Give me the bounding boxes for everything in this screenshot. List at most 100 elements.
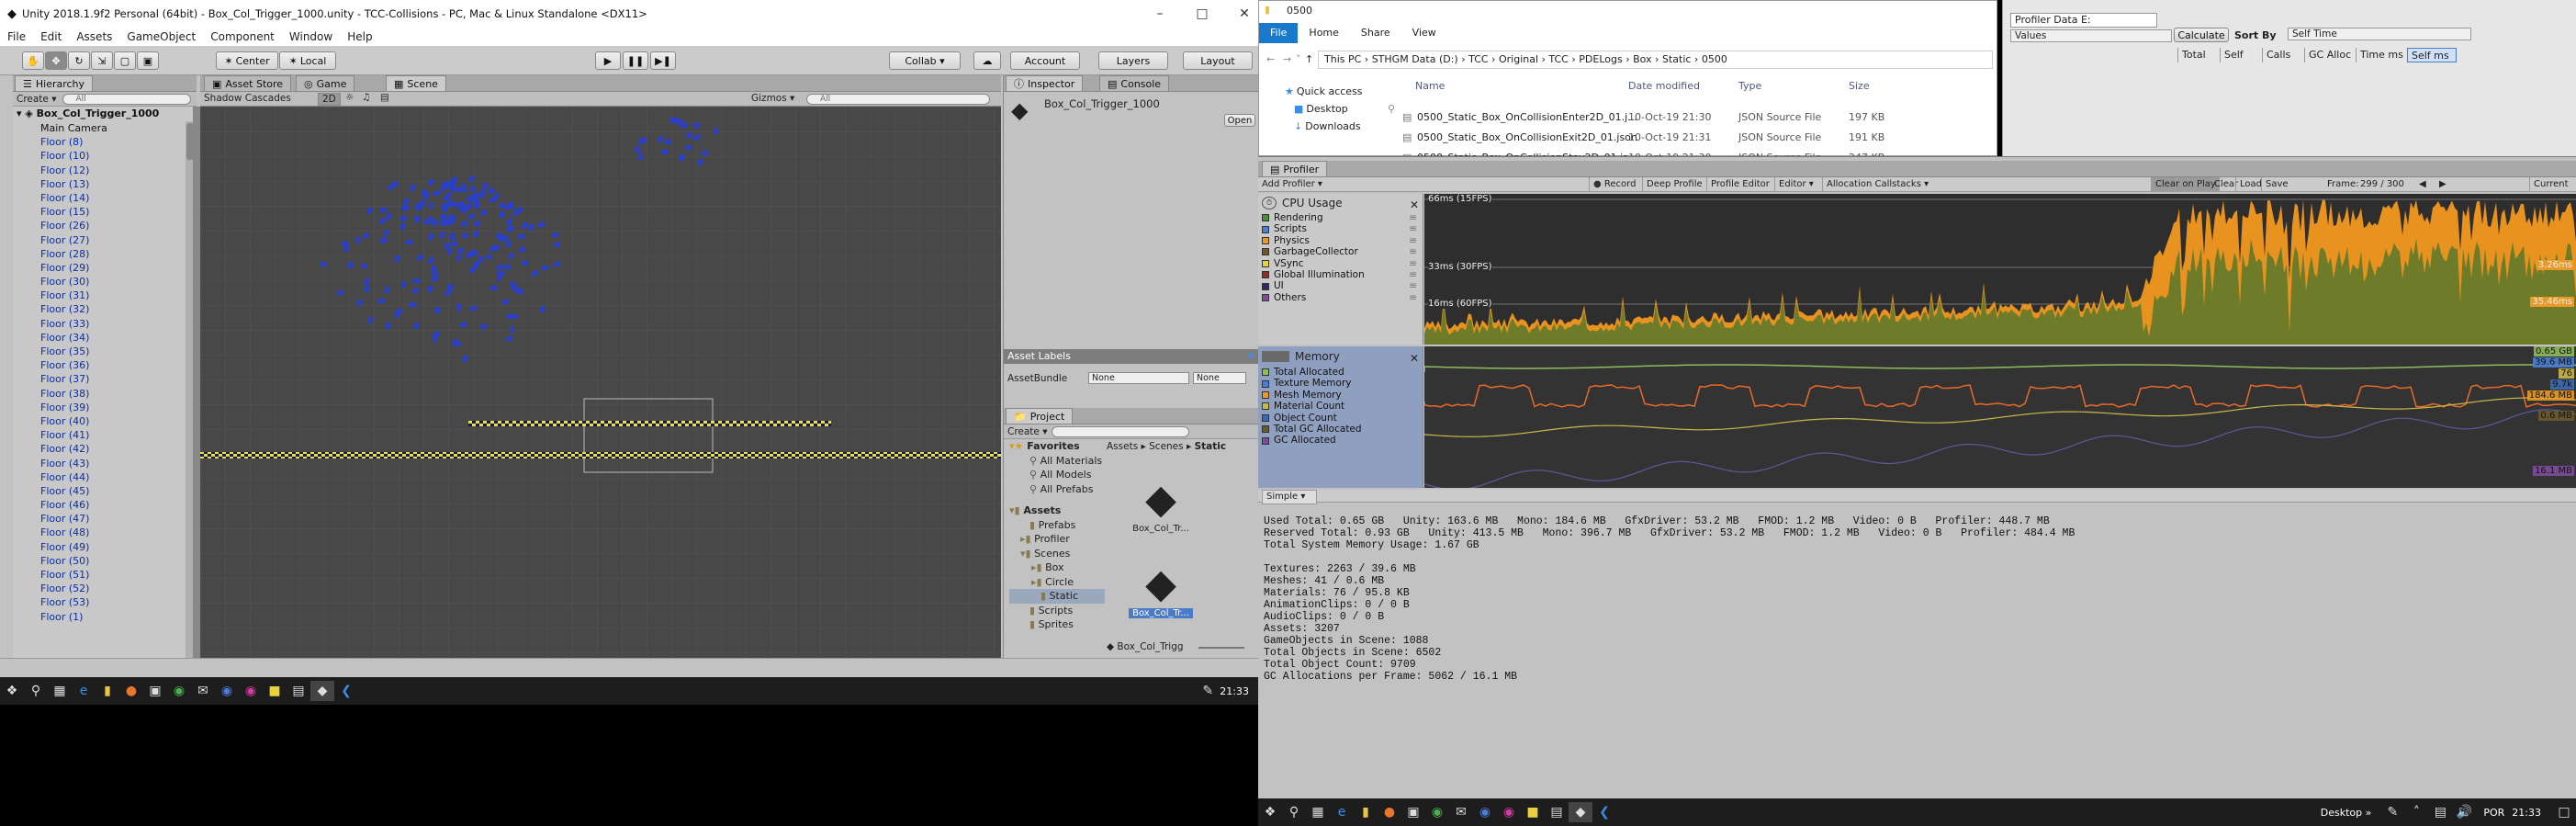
asset-bundle-dropdown[interactable]: None [1088,372,1189,384]
step-button[interactable]: ▶❚ [650,51,676,70]
tab-console[interactable]: ▤ Console [1099,75,1170,91]
menu-window[interactable]: Window [282,30,340,43]
search-icon[interactable]: ⚲ [1282,802,1306,822]
crumb-scenes[interactable]: Scenes [1149,441,1183,452]
folder-circle[interactable]: ▸▮ Circle [1009,575,1105,590]
pde-col-self[interactable]: Self [2220,48,2262,62]
inspector-open-button[interactable]: Open [1224,114,1255,127]
editor-dropdown[interactable]: Editor ▾ [1774,177,1817,192]
legend-item[interactable]: VSync ≡ [1258,258,1423,269]
folder-scenes[interactable]: ▾▮ Scenes [1009,547,1105,561]
address-bar[interactable]: This PC › STHGM Data (D:) › TCC › Origin… [1318,51,1993,69]
legend-item[interactable]: GarbageCollector ≡ [1258,246,1423,257]
address-crumb[interactable]: Original [1499,53,1538,65]
next-frame-icon[interactable]: ▶ [2439,177,2447,192]
pde-col-time-ms[interactable]: Time ms [2356,48,2407,62]
legend-item[interactable]: Scripts ≡ [1258,223,1423,234]
assets-row[interactable]: ▾▮ Assets [1009,504,1105,518]
hierarchy-item[interactable]: Floor (27) [13,233,196,247]
hierarchy-item[interactable]: Floor (39) [13,401,196,414]
prev-frame-icon[interactable]: ◀ [2419,177,2426,192]
folder-profiler[interactable]: ▸▮ Profiler [1009,532,1105,547]
vscode-icon[interactable]: ❮ [1592,802,1616,822]
ribbon-file-tab[interactable]: File [1259,23,1299,43]
mail-icon[interactable]: ✉ [1449,802,1473,822]
tab-game[interactable]: ◎ Game [296,75,355,91]
legend-item[interactable]: Texture Memory [1258,378,1423,389]
tab-project[interactable]: 📁 Project [1006,408,1074,424]
sticky-notes-icon[interactable]: ■ [1521,802,1545,822]
hierarchy-item[interactable]: Floor (43) [13,457,196,470]
nav-desktop[interactable]: ■ Desktop ⚲ [1259,97,1395,115]
legend-item[interactable]: Mesh Memory [1258,390,1423,401]
back-arrow-icon[interactable]: ← [1266,49,1275,71]
forward-arrow-icon[interactable]: → [1283,49,1291,71]
cloud-button[interactable]: ☁ [973,51,1001,70]
pause-button[interactable]: ❚❚ [623,51,648,70]
search-icon[interactable]: ⚲ [24,681,48,701]
layers-dropdown[interactable]: Layers [1098,51,1168,70]
file-explorer-icon[interactable]: ▮ [1354,802,1378,822]
hierarchy-item[interactable]: Floor (46) [13,498,196,512]
hierarchy-item[interactable]: Floor (34) [13,331,196,345]
app-icon-blue[interactable]: ◉ [1473,802,1497,822]
drag-handle-icon[interactable]: ≡ [1409,292,1417,303]
language-indicator[interactable]: POR [2483,807,2504,819]
pde-sort-dropdown[interactable]: Self Time [2288,28,2471,40]
hierarchy-item[interactable]: Floor (30) [13,275,196,289]
hierarchy-item[interactable]: Floor (38) [13,387,196,401]
folder-sprites[interactable]: ▮ Sprites [1009,617,1105,632]
deep-profile-button[interactable]: Deep Profile [1642,177,1706,192]
hierarchy-item[interactable]: Floor (49) [13,540,196,554]
app-icon-gray[interactable]: ▤ [287,681,310,701]
label-icon[interactable]: ♦ [1246,349,1255,364]
effects-icon[interactable]: ▤ [380,92,389,103]
drag-handle-icon[interactable]: ≡ [1409,223,1417,234]
nav-downloads[interactable]: ↓ Downloads [1259,115,1369,132]
collab-dropdown[interactable]: Collab ▾ [889,51,961,70]
vscode-icon[interactable]: ❮ [334,681,358,701]
transform-tool-button[interactable]: ▣ [137,51,159,70]
firefox-icon[interactable]: ● [119,681,143,701]
drag-handle-icon[interactable]: ≡ [1409,280,1417,291]
pde-values-dropdown[interactable]: Values [2010,29,2172,42]
hierarchy-item[interactable]: Floor (48) [13,526,196,539]
profile-editor-button[interactable]: Profile Editor [1706,177,1773,192]
task-view-icon[interactable]: ▦ [48,681,72,701]
legend-item[interactable]: Material Count [1258,401,1423,412]
pde-col-gc-alloc[interactable]: GC Alloc [2304,48,2356,62]
hierarchy-item[interactable]: Floor (1) [13,610,196,624]
col-size[interactable]: Size [1849,80,1870,92]
ribbon-view-tab[interactable]: View [1401,23,1447,43]
hierarchy-item[interactable]: Floor (33) [13,317,196,331]
drag-handle-icon[interactable]: ≡ [1409,212,1417,223]
scene-root-row[interactable]: ▾ ◈ Box_Col_Trigger_1000 [13,107,196,121]
address-crumb[interactable]: TCC [1468,53,1488,65]
address-crumb[interactable]: TCC [1548,53,1568,65]
hierarchy-item[interactable]: Floor (44) [13,470,196,484]
legend-item[interactable]: UI ≡ [1258,280,1423,291]
hierarchy-create-dropdown[interactable]: Create ▾ [17,94,57,105]
hierarchy-search-input[interactable]: All [62,93,191,105]
address-crumb[interactable]: Box [1633,53,1651,65]
asset-variant-dropdown[interactable]: None [1193,372,1246,384]
favorites-row[interactable]: ▾★ Favorites [1009,439,1105,454]
network-icon[interactable]: ▤ [2428,802,2452,822]
rotate-tool-button[interactable]: ↻ [68,51,90,70]
scene-view-canvas[interactable] [200,107,1001,658]
volume-icon[interactable]: 🔊 [2452,802,2476,822]
start-button-icon[interactable]: ❖ [0,681,24,701]
shading-mode-dropdown[interactable]: Shadow Cascades [204,93,291,104]
account-dropdown[interactable]: Account [1010,51,1080,70]
menu-gameobject[interactable]: GameObject [119,30,203,43]
hierarchy-item[interactable]: Floor (52) [13,582,196,595]
col-type[interactable]: Type [1738,80,1761,92]
expand-arrow-icon[interactable]: ▾ [17,107,25,119]
hierarchy-item[interactable]: Floor (28) [13,247,196,261]
mail-icon[interactable]: ✉ [191,681,215,701]
pde-col-self-ms[interactable]: Self ms [2407,48,2457,62]
address-crumb[interactable]: PDELogs [1579,53,1622,65]
allocation-callstacks-dropdown[interactable]: Allocation Callstacks ▾ [1822,177,1932,192]
hierarchy-item[interactable]: Floor (31) [13,289,196,302]
tray-expand-icon[interactable]: ˄ [2404,802,2428,822]
